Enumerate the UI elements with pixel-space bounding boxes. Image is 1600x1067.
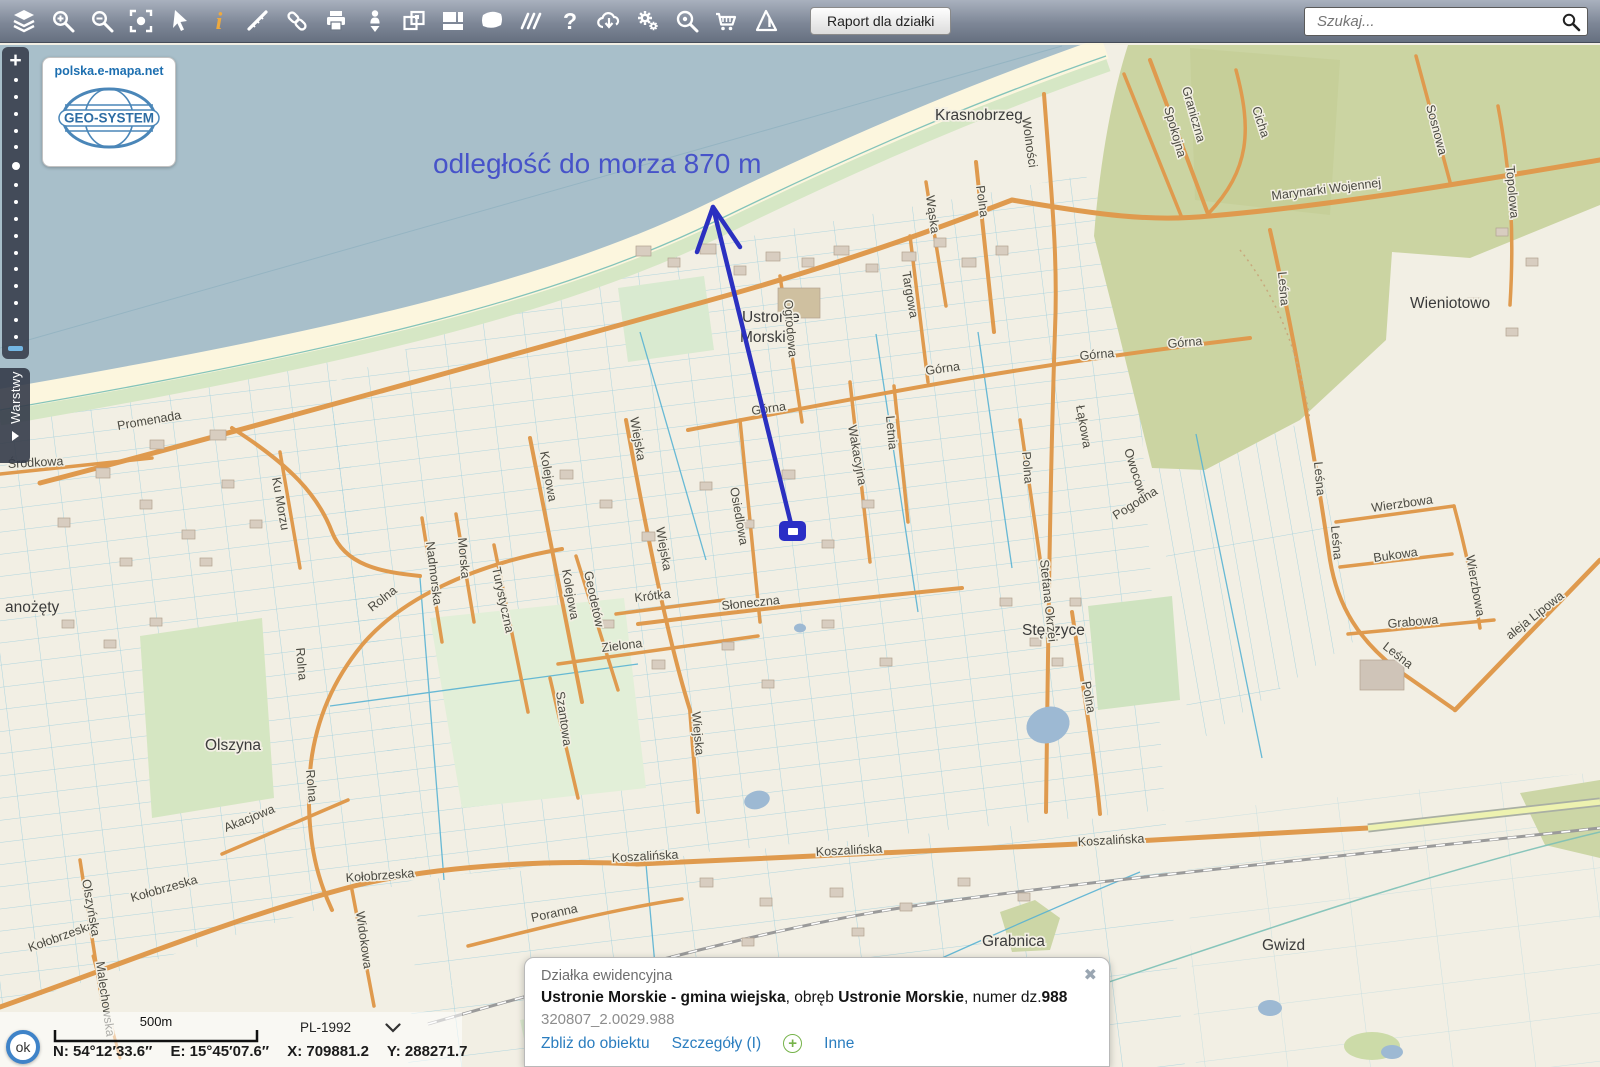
scale-label: 500m bbox=[53, 1014, 259, 1029]
scale-bar: 500m bbox=[53, 1014, 259, 1043]
report-parcel-button[interactable]: Raport dla działki bbox=[810, 7, 951, 35]
expand-arrow-icon bbox=[12, 431, 19, 441]
zoom-extent-icon[interactable] bbox=[121, 2, 160, 40]
polygon-select-icon[interactable] bbox=[472, 2, 511, 40]
svg-text:Rolna: Rolna bbox=[293, 647, 310, 681]
geo-system-logo: polska.e-mapa.net GEO-SYSTEM bbox=[42, 57, 176, 167]
cart-icon[interactable] bbox=[706, 2, 745, 40]
search-input[interactable] bbox=[1315, 12, 1561, 31]
svg-text:Grabnica: Grabnica bbox=[982, 933, 1045, 950]
svg-text:Letnia: Letnia bbox=[883, 415, 900, 450]
print-icon[interactable] bbox=[316, 2, 355, 40]
svg-text:Leśna: Leśna bbox=[1311, 461, 1328, 496]
search-icon[interactable] bbox=[1561, 12, 1581, 32]
popup-title: Działka ewidencyjna bbox=[541, 968, 1093, 984]
svg-text:Leśna: Leśna bbox=[1328, 525, 1345, 560]
crs-label: PL-1992 bbox=[300, 1020, 351, 1035]
svg-text:?: ? bbox=[562, 8, 576, 34]
coordinates-readout: N: 54°12′33.6″ E: 15°45′07.6″ X: 709881.… bbox=[53, 1043, 481, 1060]
layers-panel-tab[interactable]: Warstwy bbox=[0, 368, 30, 463]
zoom-to-object-link[interactable]: Zbliż do obiektu bbox=[541, 1035, 650, 1053]
street-view-icon[interactable] bbox=[355, 2, 394, 40]
acoustic-warning-icon[interactable] bbox=[745, 2, 784, 40]
map-canvas[interactable]: Krasnobrzeg Wieniotowo Ustronie Morskie … bbox=[0, 0, 1600, 1067]
help-icon[interactable]: ? bbox=[550, 2, 589, 40]
identify-info-icon[interactable]: i bbox=[199, 2, 238, 40]
gmina-name: Ustronie Morskie - gmina wiejska bbox=[541, 989, 786, 1006]
cloud-download-icon[interactable] bbox=[589, 2, 628, 40]
scale-bar-graphic bbox=[53, 1029, 259, 1043]
pointer-icon[interactable] bbox=[160, 2, 199, 40]
parcel-id: 320807_2.0029.988 bbox=[541, 1011, 1093, 1028]
site-name: polska.e-mapa.net bbox=[54, 64, 163, 78]
layers-icon[interactable] bbox=[4, 2, 43, 40]
layers-tab-label: Warstwy bbox=[8, 371, 23, 424]
svg-text:Rolna: Rolna bbox=[303, 769, 320, 803]
measure-ruler-icon[interactable] bbox=[238, 2, 277, 40]
coord-x: X: 709881.2 bbox=[287, 1043, 369, 1060]
globe-logo: GEO-SYSTEM bbox=[51, 78, 167, 158]
svg-text:GEO-SYSTEM: GEO-SYSTEM bbox=[64, 111, 154, 126]
svg-text:anożęty: anożęty bbox=[5, 599, 60, 616]
parcel-info-popup: ✖ Działka ewidencyjna Ustronie Morskie -… bbox=[524, 957, 1110, 1067]
svg-text:i: i bbox=[215, 9, 222, 34]
zoom-in-button[interactable]: + bbox=[9, 51, 21, 71]
parcel-description: Ustronie Morskie - gmina wiejska, obręb … bbox=[541, 989, 1093, 1007]
chevron-down-icon bbox=[385, 1023, 401, 1033]
zoom-slider: + bbox=[2, 47, 29, 359]
svg-text:Wieniotowo: Wieniotowo bbox=[1410, 295, 1490, 312]
distance-label: odległość do morza 870 m bbox=[433, 148, 761, 179]
coord-n: N: 54°12′33.6″ bbox=[53, 1043, 152, 1060]
svg-text:Krasnobrzeg: Krasnobrzeg bbox=[935, 107, 1023, 124]
svg-text:Olszyna: Olszyna bbox=[205, 737, 261, 754]
zoom-in-icon[interactable] bbox=[43, 2, 82, 40]
zoom-level-dots[interactable] bbox=[12, 71, 20, 346]
link-icon[interactable] bbox=[277, 2, 316, 40]
profile-lines-icon[interactable] bbox=[511, 2, 550, 40]
crs-selector[interactable]: PL-1992 bbox=[300, 1020, 401, 1035]
coord-y: Y: 288271.7 bbox=[387, 1043, 468, 1060]
obreb-name: Ustronie Morskie bbox=[838, 989, 964, 1006]
zoom-out-button[interactable] bbox=[8, 346, 23, 351]
settings-gears-icon[interactable] bbox=[628, 2, 667, 40]
main-toolbar: i ? Raport dla działki bbox=[0, 0, 1600, 43]
details-link[interactable]: Szczegóły (I) bbox=[672, 1035, 762, 1053]
search-address-icon[interactable] bbox=[667, 2, 706, 40]
svg-text:Gwizd: Gwizd bbox=[1262, 937, 1305, 954]
coord-e: E: 15°45′07.6″ bbox=[171, 1043, 270, 1060]
app-window: Krasnobrzeg Wieniotowo Ustronie Morskie … bbox=[0, 0, 1600, 1067]
more-link[interactable]: Inne bbox=[824, 1035, 854, 1053]
ok-button[interactable]: ok bbox=[6, 1030, 40, 1064]
search-box bbox=[1304, 7, 1588, 36]
zoom-out-icon[interactable] bbox=[82, 2, 121, 40]
parcel-number: 988 bbox=[1042, 989, 1068, 1006]
popup-close-icon[interactable]: ✖ bbox=[1084, 968, 1097, 984]
zoom-current-level[interactable] bbox=[12, 162, 20, 170]
compare-windows-icon[interactable] bbox=[394, 2, 433, 40]
add-plus-icon[interactable]: + bbox=[783, 1034, 802, 1053]
svg-text:Polna: Polna bbox=[1019, 451, 1036, 484]
svg-text:Leśna: Leśna bbox=[1275, 271, 1292, 306]
numer-prefix: , numer dz. bbox=[964, 989, 1042, 1006]
layout-panels-icon[interactable] bbox=[433, 2, 472, 40]
obreb-prefix: , obręb bbox=[786, 989, 839, 1006]
